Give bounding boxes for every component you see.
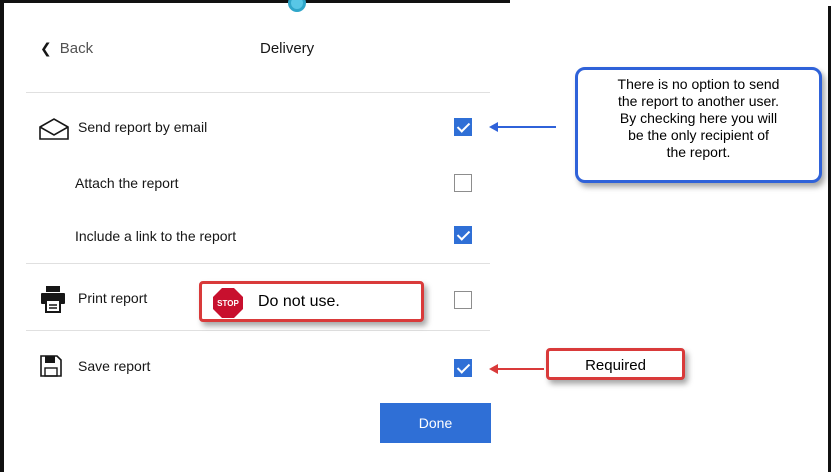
window-frame-right (828, 6, 831, 472)
include-link-checkbox[interactable] (454, 226, 472, 244)
email-note-callout: There is no option to send the report to… (575, 67, 822, 183)
blue-arrow (489, 122, 556, 132)
email-note-line: the report. (666, 144, 731, 160)
required-callout: Required (546, 348, 685, 380)
email-note-line: By checking here you will (619, 110, 778, 126)
send-by-email-label: Send report by email (78, 119, 208, 135)
divider (26, 92, 490, 93)
divider (26, 330, 490, 331)
do-not-use-callout: STOP Do not use. (199, 281, 424, 322)
save-report-label: Save report (78, 358, 151, 374)
divider (26, 263, 490, 264)
print-report-label: Print report (78, 290, 148, 306)
envelope-icon (39, 118, 69, 140)
delivery-dialog: ❮ Back Delivery Send report by email Att… (0, 0, 834, 472)
window-frame-left (0, 0, 4, 472)
back-button[interactable]: ❮ Back (40, 40, 93, 57)
done-button[interactable]: Done (380, 403, 491, 443)
required-text: Required (585, 357, 646, 374)
email-note-line: the report to another user. (617, 93, 780, 109)
page-title: Delivery (260, 40, 315, 57)
red-arrow (489, 364, 544, 374)
email-note-line: There is no option to send (617, 76, 780, 92)
floppy-disk-icon (40, 355, 62, 377)
attach-report-checkbox[interactable] (454, 174, 472, 192)
attach-report-label: Attach the report (75, 175, 179, 191)
back-label: Back (59, 40, 94, 57)
do-not-use-text: Do not use. (258, 293, 340, 310)
save-report-checkbox[interactable] (454, 359, 472, 377)
send-by-email-checkbox[interactable] (454, 118, 472, 136)
printer-icon (41, 286, 65, 313)
email-note-line: be the only recipient of (628, 127, 769, 143)
print-report-checkbox[interactable] (454, 291, 472, 309)
chevron-left-icon: ❮ (40, 40, 52, 56)
window-frame-top (0, 0, 510, 3)
stop-sign-icon: STOP (213, 288, 243, 318)
include-link-label: Include a link to the report (75, 228, 237, 244)
scroll-indicator-dot (288, 0, 306, 12)
